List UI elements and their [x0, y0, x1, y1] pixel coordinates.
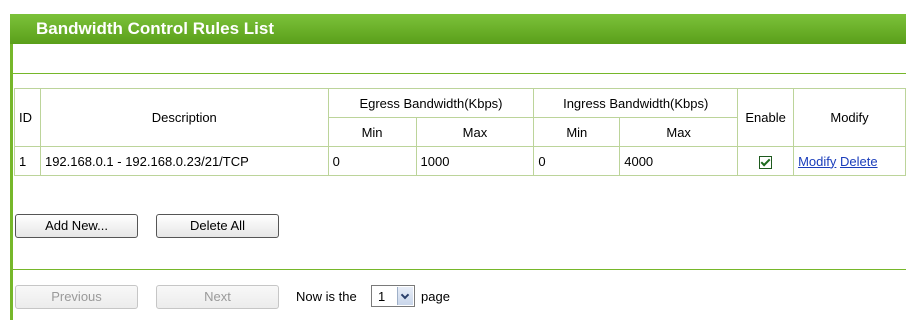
chevron-down-icon [397, 287, 413, 305]
previous-button[interactable]: Previous [15, 285, 138, 309]
divider-top [13, 73, 906, 74]
table-row: 1 192.168.0.1 - 192.168.0.23/21/TCP 0 10… [14, 146, 906, 176]
header-ingress: Ingress Bandwidth(Kbps) [533, 88, 739, 118]
header-egress: Egress Bandwidth(Kbps) [327, 88, 535, 118]
delete-all-button[interactable]: Delete All [156, 214, 279, 238]
table-header-row: ID Description Egress Bandwidth(Kbps) In… [14, 88, 906, 147]
cell-egress-min: 0 [327, 146, 417, 176]
panel-title: Bandwidth Control Rules List [36, 19, 274, 38]
modify-link[interactable]: Modify [798, 154, 836, 169]
cell-egress-max: 1000 [415, 146, 535, 176]
header-ingress-min: Min [533, 117, 621, 147]
cell-ingress-min: 0 [533, 146, 621, 176]
enable-checkbox[interactable] [759, 155, 773, 169]
panel-left-border [10, 14, 13, 320]
rules-table: ID Description Egress Bandwidth(Kbps) In… [14, 88, 906, 176]
cell-id: 1 [14, 146, 41, 176]
delete-link[interactable]: Delete [840, 154, 878, 169]
page-select-value: 1 [378, 289, 386, 304]
header-ingress-max: Max [619, 117, 739, 147]
header-description: Description [39, 88, 329, 147]
pager-suffix: page [421, 289, 450, 304]
add-new-button[interactable]: Add New... [15, 214, 138, 238]
cell-ingress-max: 4000 [619, 146, 739, 176]
next-button[interactable]: Next [156, 285, 279, 309]
header-modify: Modify [793, 88, 906, 147]
divider-bottom [13, 269, 906, 270]
cell-description: 192.168.0.1 - 192.168.0.23/21/TCP [39, 146, 329, 176]
header-id: ID [14, 88, 41, 147]
cell-modify: Modify Delete [793, 146, 906, 176]
header-egress-min: Min [327, 117, 417, 147]
page-select[interactable]: 1 [371, 285, 415, 307]
panel-title-bar: Bandwidth Control Rules List [10, 14, 906, 44]
header-enable: Enable [737, 88, 795, 147]
page: Bandwidth Control Rules List ID Descript… [0, 0, 906, 320]
header-egress-max: Max [415, 117, 535, 147]
cell-enable [737, 146, 795, 176]
pager-prefix: Now is the [296, 289, 357, 304]
